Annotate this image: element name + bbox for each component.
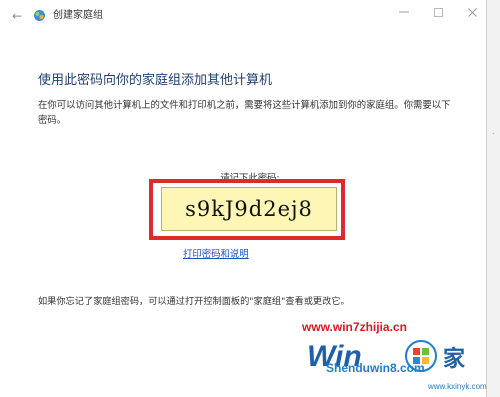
print-password-link[interactable]: 打印密码和说明: [183, 246, 249, 260]
footer-note: 如果你忘记了家庭组密码，可以通过打开控制面板的"家庭组"查看或更改它。: [38, 296, 350, 307]
description-text: 在你可以访问其他计算机上的文件和打印机之前，需要将这些计算机添加到你的家庭组。你…: [38, 100, 451, 126]
page-heading: 使用此密码向你的家庭组添加其他计算机: [38, 73, 273, 88]
svg-text:家: 家: [443, 346, 466, 372]
close-button[interactable]: [458, 3, 486, 21]
maximize-icon: [433, 8, 443, 17]
watermark-url: www.win7zhijia.cn: [302, 320, 407, 334]
minimize-button[interactable]: [390, 3, 418, 21]
homegroup-icon: [34, 10, 45, 21]
maximize-button[interactable]: [424, 3, 452, 21]
window-title: 创建家庭组: [53, 10, 103, 21]
watermark-site2: www.kxinyk.com: [428, 382, 487, 391]
password-display: s9kJ9d2ej8: [161, 187, 337, 231]
minimize-icon: [399, 11, 409, 13]
close-icon: [467, 8, 477, 17]
watermark-site: Shenduwin8.com: [326, 361, 425, 375]
background-window-edge: .: [486, 0, 500, 397]
back-arrow-icon[interactable]: ←: [10, 9, 24, 23]
title-bar: ← 创建家庭组: [0, 0, 486, 32]
background-edge-text: .: [492, 127, 495, 136]
